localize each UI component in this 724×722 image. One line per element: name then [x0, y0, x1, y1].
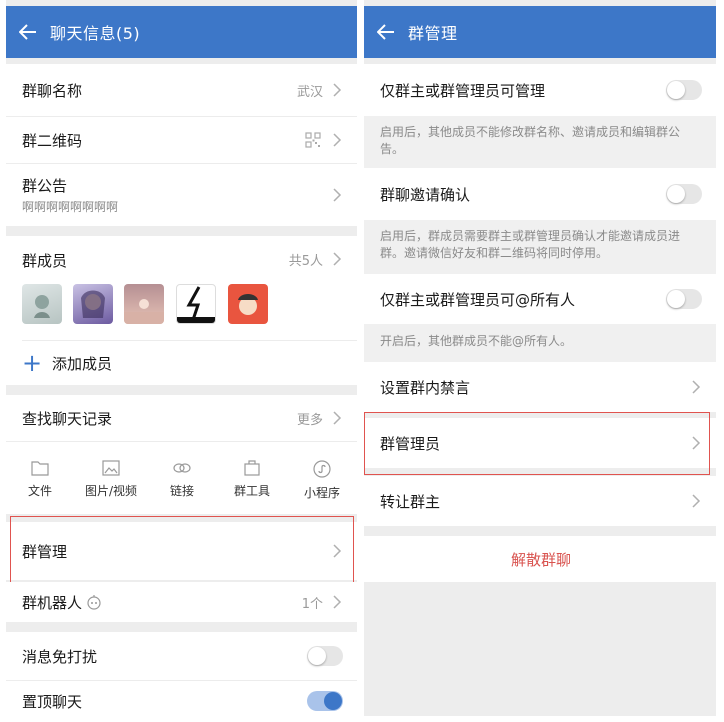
note-text: 开启后，其他群成员不能@所有人。 — [380, 334, 573, 348]
invite-confirm-toggle[interactable] — [666, 184, 702, 204]
page-title: 聊天信息(5) — [50, 24, 141, 43]
robot-count: 1个 — [301, 596, 323, 612]
back-button[interactable] — [364, 6, 408, 58]
chevron-right-icon — [692, 436, 701, 450]
search-history-row[interactable]: 查找聊天记录 更多 — [6, 395, 357, 441]
page-title: 群管理 — [408, 24, 458, 43]
group-qrcode-row[interactable]: 群二维码 — [6, 117, 357, 163]
do-not-disturb-toggle[interactable] — [307, 646, 343, 666]
member-avatar[interactable] — [124, 284, 164, 324]
admin-only-manage-note: 启用后，其他成员不能修改群名称、邀请成员和编辑群公告。 — [364, 116, 716, 168]
dissolve-group-button[interactable]: 解散群聊 — [364, 536, 716, 582]
do-not-disturb-label: 消息免打扰 — [22, 647, 98, 666]
tool-group-tools[interactable]: 群工具 — [222, 460, 282, 499]
pin-chat-toggle[interactable] — [307, 691, 343, 711]
left-title-bar: 聊天信息(5) — [6, 6, 357, 58]
member-avatar[interactable] — [73, 284, 113, 324]
note-text: 启用后，群成员需要群主或群管理员确认才能邀请成员进群。邀请微信好友和群二维码将同… — [380, 229, 681, 260]
admin-only-manage-row: 仅群主或群管理员可管理 — [364, 64, 716, 116]
announcement-text: 啊啊啊啊啊啊啊啊 — [22, 199, 119, 214]
note-text: 启用后，其他成员不能修改群名称、邀请成员和编辑群公告。 — [380, 125, 681, 156]
at-all-row: 仅群主或群管理员可@所有人 — [364, 274, 716, 324]
chevron-right-icon — [333, 544, 342, 558]
qrcode-icon — [305, 132, 321, 148]
back-arrow-icon — [377, 24, 394, 40]
at-all-label: 仅群主或群管理员可@所有人 — [380, 290, 576, 309]
invite-confirm-note: 启用后，群成员需要群主或群管理员确认才能邀请成员进群。邀请微信好友和群二维码将同… — [364, 220, 716, 274]
group-mute-label: 设置群内禁言 — [380, 378, 471, 397]
plus-icon: + — [22, 349, 43, 377]
tool-files[interactable]: 文件 — [10, 460, 70, 499]
group-manage-row[interactable]: 群管理 — [6, 522, 357, 580]
member-avatar[interactable] — [228, 284, 268, 324]
at-all-toggle[interactable] — [666, 289, 702, 309]
group-robot-row[interactable]: 群机器人 1个 — [6, 582, 357, 622]
link-icon — [173, 463, 191, 473]
transfer-owner-row[interactable]: 转让群主 — [364, 476, 716, 526]
robot-icon — [87, 595, 101, 610]
group-manage-label: 群管理 — [22, 542, 68, 561]
tool-label: 文件 — [27, 484, 52, 498]
chat-info-panel: 聊天信息(5) 群聊名称 武汉 群二维码 群公告 啊啊啊啊啊啊啊啊 群成员 共5… — [6, 0, 357, 716]
pin-chat-row: 置顶聊天 — [6, 681, 357, 716]
tool-label: 群工具 — [233, 484, 270, 498]
chevron-right-icon — [333, 411, 342, 425]
members-label: 群成员 — [22, 252, 68, 270]
chevron-right-icon — [692, 380, 701, 394]
group-name-value: 武汉 — [296, 84, 323, 100]
tool-label: 小程序 — [303, 486, 340, 500]
member-avatar[interactable] — [22, 284, 62, 324]
add-member-label: 添加成员 — [52, 354, 113, 373]
group-qrcode-label: 群二维码 — [22, 131, 83, 150]
transfer-owner-label: 转让群主 — [380, 492, 441, 511]
folder-icon — [31, 461, 49, 476]
search-history-label: 查找聊天记录 — [22, 409, 113, 428]
right-title-bar: 群管理 — [364, 6, 716, 58]
add-member-row[interactable]: + 添加成员 — [6, 341, 357, 385]
group-mute-row[interactable]: 设置群内禁言 — [364, 362, 716, 412]
miniprogram-icon — [313, 460, 331, 478]
image-icon — [102, 460, 120, 476]
group-admins-label: 群管理员 — [380, 434, 441, 453]
group-name-row[interactable]: 群聊名称 武汉 — [6, 64, 357, 116]
at-all-note: 开启后，其他群成员不能@所有人。 — [364, 324, 716, 362]
chevron-right-icon — [333, 133, 342, 147]
tool-label: 图片/视频 — [84, 484, 138, 498]
chevron-right-icon — [333, 83, 342, 97]
group-name-label: 群聊名称 — [22, 81, 83, 100]
group-admins-row[interactable]: 群管理员 — [364, 418, 716, 468]
chevron-right-icon — [692, 494, 701, 508]
group-manage-panel: 群管理 仅群主或群管理员可管理 启用后，其他成员不能修改群名称、邀请成员和编辑群… — [364, 0, 716, 716]
dissolve-group-label: 解散群聊 — [510, 550, 571, 569]
member-avatar[interactable] — [176, 284, 216, 324]
tool-links[interactable]: 链接 — [152, 460, 212, 499]
tool-mini-programs[interactable]: 小程序 — [292, 460, 352, 501]
announcement-label: 群公告 — [22, 176, 68, 195]
toolbox-icon — [244, 460, 260, 476]
chevron-right-icon — [333, 188, 342, 202]
tool-label: 链接 — [169, 484, 194, 498]
admin-only-manage-label: 仅群主或群管理员可管理 — [380, 81, 546, 100]
back-button[interactable] — [6, 6, 50, 58]
invite-confirm-row: 群聊邀请确认 — [364, 168, 716, 220]
back-arrow-icon — [19, 24, 36, 40]
chevron-right-icon — [333, 595, 342, 609]
members-count: 共5人 — [288, 254, 323, 269]
invite-confirm-label: 群聊邀请确认 — [380, 185, 471, 204]
tool-images-videos[interactable]: 图片/视频 — [81, 460, 141, 499]
chevron-right-icon — [333, 252, 342, 266]
more-text: 更多 — [296, 412, 323, 428]
pin-chat-label: 置顶聊天 — [22, 692, 83, 711]
admin-only-manage-toggle[interactable] — [666, 80, 702, 100]
group-robot-label: 群机器人 — [22, 593, 83, 612]
do-not-disturb-row: 消息免打扰 — [6, 632, 357, 680]
group-announcement-row[interactable]: 群公告 啊啊啊啊啊啊啊啊 — [6, 164, 357, 226]
